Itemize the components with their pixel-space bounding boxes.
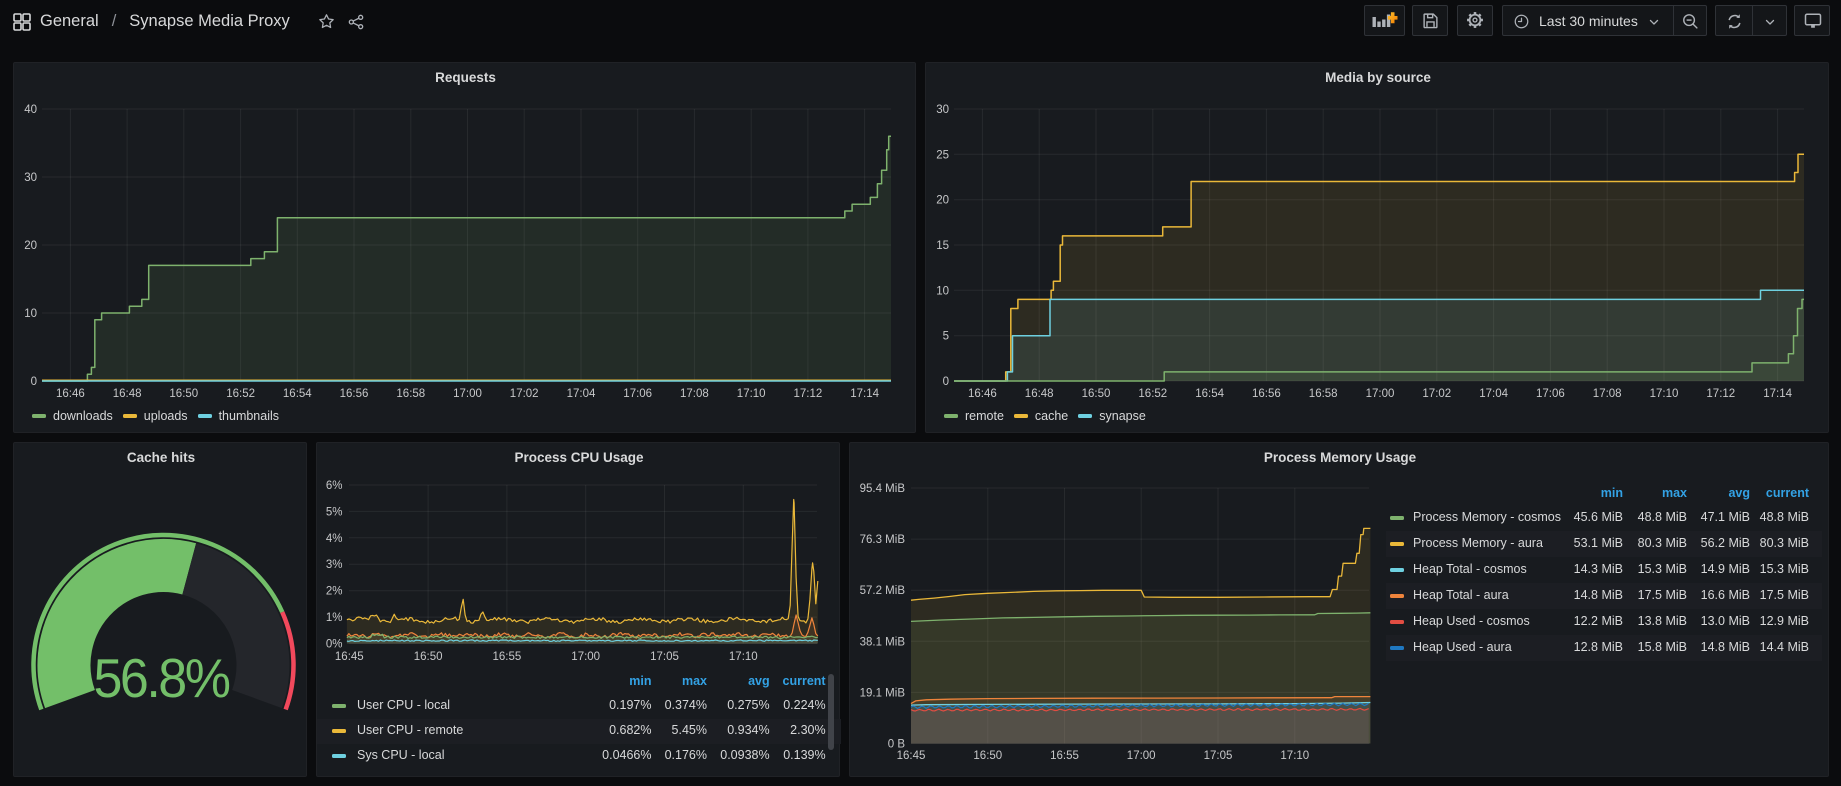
svg-text:16:50: 16:50	[414, 651, 443, 663]
svg-text:17:10: 17:10	[729, 651, 758, 663]
svg-text:16:50: 16:50	[1082, 388, 1111, 400]
svg-text:20: 20	[24, 240, 37, 252]
svg-text:17:10: 17:10	[1280, 750, 1309, 762]
svg-text:25: 25	[936, 149, 949, 161]
svg-text:16:56: 16:56	[340, 388, 369, 400]
svg-text:10: 10	[936, 285, 949, 297]
svg-text:16:48: 16:48	[1025, 388, 1054, 400]
svg-text:15: 15	[936, 240, 949, 252]
svg-text:16:50: 16:50	[169, 388, 198, 400]
svg-text:0 B: 0 B	[888, 739, 906, 751]
svg-text:40: 40	[24, 104, 37, 116]
svg-text:16:50: 16:50	[973, 750, 1002, 762]
svg-text:17:05: 17:05	[650, 651, 679, 663]
svg-text:17:10: 17:10	[737, 388, 766, 400]
svg-text:38.1 MiB: 38.1 MiB	[860, 636, 906, 648]
svg-text:3%: 3%	[326, 559, 343, 571]
svg-text:17:05: 17:05	[1204, 750, 1233, 762]
svg-text:10: 10	[24, 308, 37, 320]
svg-text:30: 30	[24, 172, 37, 184]
svg-text:17:06: 17:06	[623, 388, 652, 400]
svg-text:16:56: 16:56	[1252, 388, 1281, 400]
svg-text:17:14: 17:14	[1763, 388, 1792, 400]
svg-text:17:08: 17:08	[680, 388, 709, 400]
svg-text:16:46: 16:46	[56, 388, 85, 400]
svg-text:0: 0	[943, 376, 949, 388]
svg-text:16:48: 16:48	[113, 388, 142, 400]
svg-text:76.3 MiB: 76.3 MiB	[860, 534, 906, 546]
svg-text:17:04: 17:04	[1479, 388, 1508, 400]
svg-text:4%: 4%	[326, 533, 343, 545]
svg-text:2%: 2%	[326, 586, 343, 598]
svg-text:17:00: 17:00	[1366, 388, 1395, 400]
svg-text:17:04: 17:04	[567, 388, 596, 400]
svg-text:19.1 MiB: 19.1 MiB	[860, 687, 906, 699]
svg-text:20: 20	[936, 195, 949, 207]
svg-text:16:55: 16:55	[1050, 750, 1079, 762]
svg-text:17:12: 17:12	[1706, 388, 1735, 400]
svg-text:16:54: 16:54	[1195, 388, 1224, 400]
svg-text:17:06: 17:06	[1536, 388, 1565, 400]
svg-text:17:02: 17:02	[510, 388, 539, 400]
svg-text:16:52: 16:52	[1138, 388, 1167, 400]
svg-text:5: 5	[943, 331, 949, 343]
svg-text:16:55: 16:55	[493, 651, 522, 663]
svg-text:17:02: 17:02	[1422, 388, 1451, 400]
svg-text:16:45: 16:45	[897, 750, 926, 762]
svg-text:57.2 MiB: 57.2 MiB	[860, 585, 906, 597]
svg-text:17:00: 17:00	[571, 651, 600, 663]
svg-text:16:45: 16:45	[335, 651, 364, 663]
svg-text:17:10: 17:10	[1650, 388, 1679, 400]
svg-text:17:08: 17:08	[1593, 388, 1622, 400]
svg-text:30: 30	[936, 104, 949, 116]
svg-text:0%: 0%	[326, 639, 343, 651]
svg-text:16:58: 16:58	[1309, 388, 1338, 400]
svg-text:16:46: 16:46	[968, 388, 997, 400]
svg-text:17:00: 17:00	[453, 388, 482, 400]
svg-text:17:14: 17:14	[850, 388, 879, 400]
svg-text:1%: 1%	[326, 612, 343, 624]
svg-text:6%: 6%	[326, 480, 343, 492]
svg-text:0: 0	[31, 376, 37, 388]
svg-text:16:54: 16:54	[283, 388, 312, 400]
svg-text:16:58: 16:58	[396, 388, 425, 400]
svg-text:17:00: 17:00	[1127, 750, 1156, 762]
svg-text:16:52: 16:52	[226, 388, 255, 400]
svg-text:5%: 5%	[326, 506, 343, 518]
svg-text:17:12: 17:12	[794, 388, 823, 400]
